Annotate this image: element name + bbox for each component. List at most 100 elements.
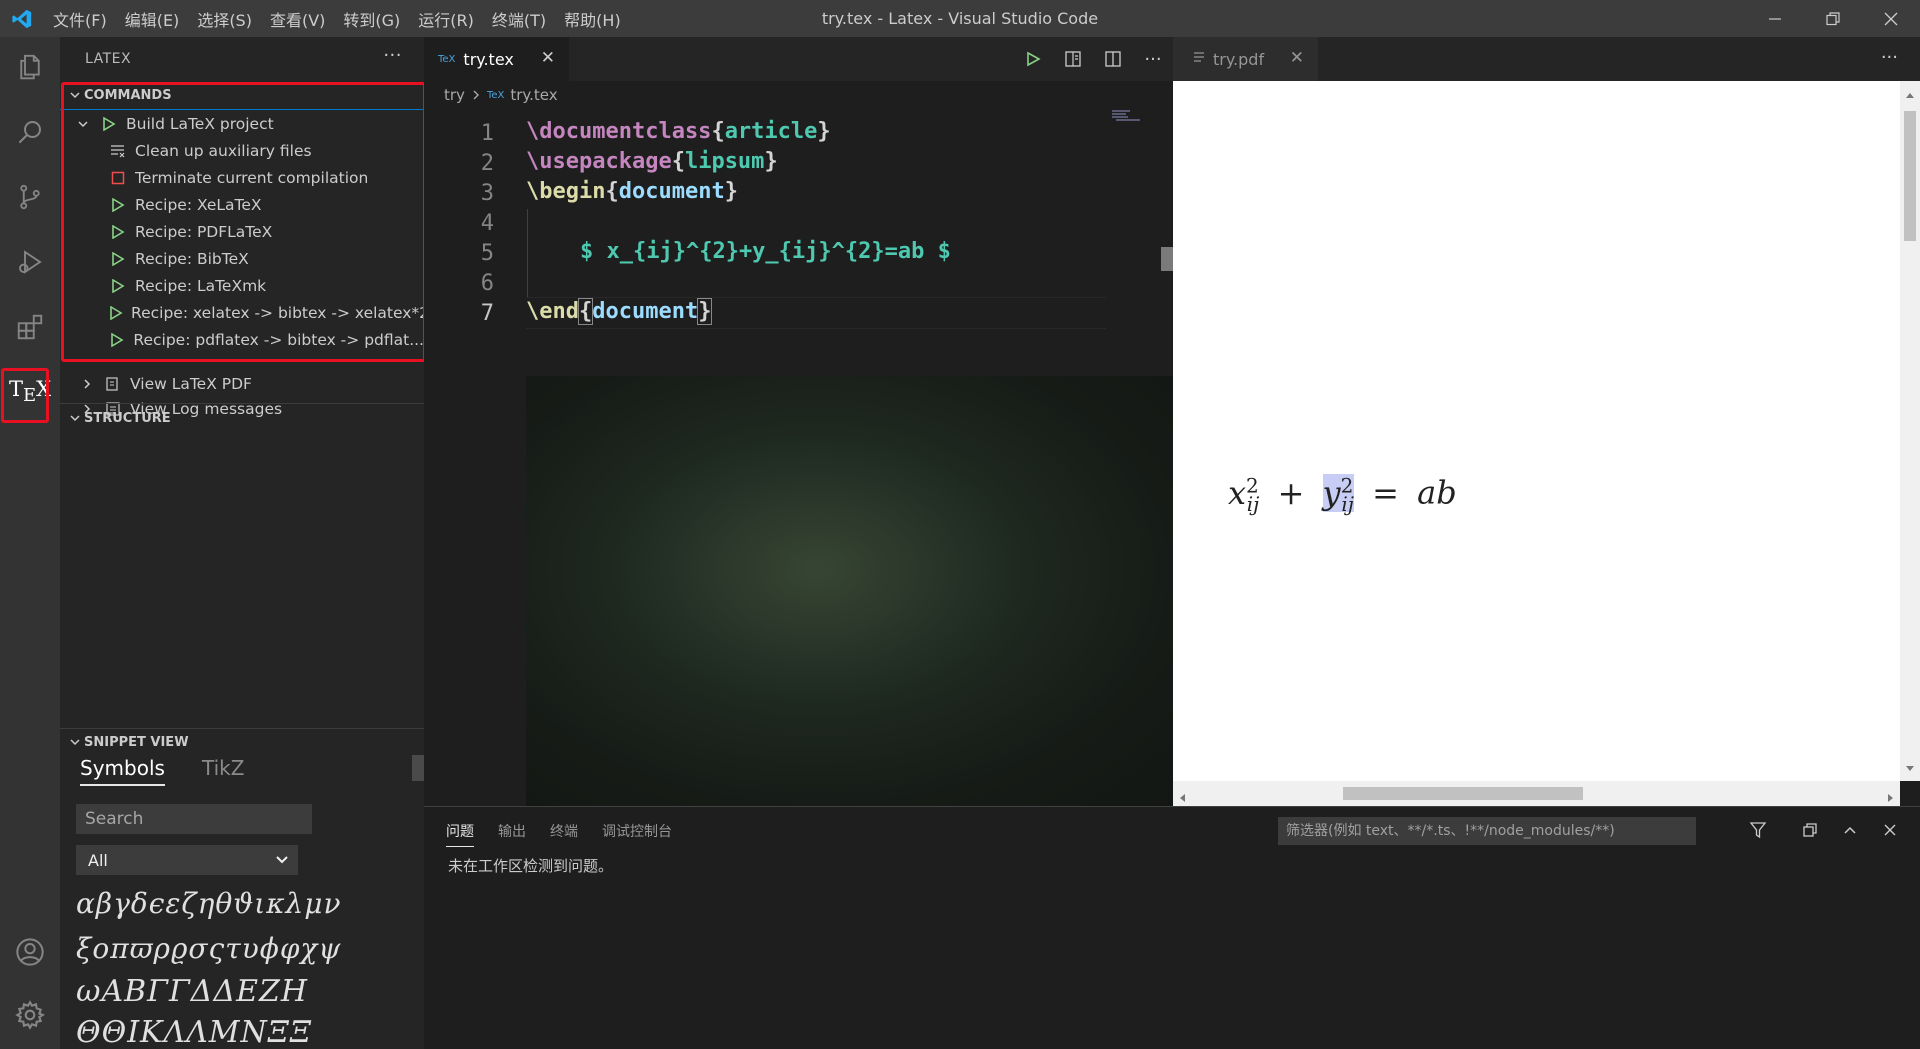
- indent-guide: [527, 209, 528, 297]
- structure-section-header[interactable]: STRUCTURE: [60, 405, 424, 431]
- editor-actions: ···: [1013, 37, 1173, 81]
- symbol-search-input[interactable]: [76, 804, 312, 834]
- tab-debug-console[interactable]: 调试控制台: [602, 821, 672, 847]
- pdf-horizontal-scrollbar[interactable]: [1173, 781, 1900, 806]
- view-pdf-label: View LaTeX PDF: [130, 374, 252, 393]
- view-pdf-side-icon[interactable]: [1053, 50, 1093, 68]
- close-window-button[interactable]: [1862, 0, 1920, 37]
- vscode-logo-icon[interactable]: [0, 0, 44, 37]
- code-line-7[interactable]: \end{document}: [526, 298, 713, 325]
- line-number: 1: [480, 121, 494, 146]
- breadcrumb-file[interactable]: try.tex: [510, 86, 557, 104]
- title-bar: 文件(F) 编辑(E) 选择(S) 查看(V) 转到(G) 运行(R) 终端(T…: [0, 0, 1920, 37]
- symbol-row[interactable]: ΘΘΙΚΛΛΜΝΞΞ: [76, 1015, 416, 1049]
- structure-header-label: STRUCTURE: [84, 410, 171, 426]
- scrollbar-thumb[interactable]: [1343, 787, 1583, 800]
- tab-label: try.pdf: [1213, 49, 1265, 69]
- pdf-more-actions-icon[interactable]: ···: [1881, 47, 1898, 68]
- breadcrumb-folder[interactable]: try: [444, 86, 465, 104]
- account-icon[interactable]: [0, 922, 60, 982]
- search-icon[interactable]: [0, 102, 60, 162]
- code-line-5[interactable]: $ x_{ij}^{2}+y_{ij}^{2}=ab $: [580, 239, 951, 264]
- symbol-category-select[interactable]: All: [76, 845, 298, 875]
- latex-command: \end: [526, 299, 579, 324]
- select-value: All: [88, 850, 108, 870]
- scroll-down-icon[interactable]: [1905, 759, 1915, 777]
- highlight-box-commands: [61, 82, 426, 362]
- menu-terminal[interactable]: 终端(T): [483, 7, 555, 31]
- pdf-page[interactable]: x2ij + y2ij = ab: [1173, 81, 1900, 781]
- code-line-2[interactable]: \usepackage{lipsum}: [526, 149, 778, 174]
- symbol-row[interactable]: ωΑΒΓΓΔΔΕΖΗ: [76, 974, 416, 1009]
- menu-run[interactable]: 运行(R): [409, 7, 483, 31]
- menu-go[interactable]: 转到(G): [334, 7, 409, 31]
- scroll-up-icon[interactable]: [1905, 85, 1915, 103]
- pdf-file-icon: [1193, 50, 1205, 69]
- chevron-right-icon: [78, 375, 96, 393]
- tab-output[interactable]: 输出: [498, 821, 526, 847]
- tab-problems[interactable]: 问题: [446, 821, 474, 847]
- snippet-view-section-header[interactable]: SNIPPET VIEW: [60, 729, 424, 755]
- math-expression: $ x_{ij}^{2}+y_{ij}^{2}=ab $: [580, 239, 951, 264]
- pdf-tab-bar: try.pdf ✕ ···: [1173, 37, 1920, 81]
- menu-file[interactable]: 文件(F): [44, 7, 116, 31]
- tab-try-tex[interactable]: TeX try.tex ✕: [424, 37, 569, 81]
- symbol-row[interactable]: ξοπϖρϱσςτυϕφχψ: [76, 932, 416, 965]
- highlight-box-tex-icon: [1, 368, 49, 423]
- symbol-row[interactable]: αβγδϵεζηθϑικλμν: [76, 887, 416, 920]
- menu-help[interactable]: 帮助(H): [555, 7, 630, 31]
- more-actions-icon[interactable]: ···: [1133, 49, 1173, 70]
- menu-edit[interactable]: 编辑(E): [116, 7, 189, 31]
- menu-bar: 文件(F) 编辑(E) 选择(S) 查看(V) 转到(G) 运行(R) 终端(T…: [44, 0, 630, 37]
- tab-try-pdf[interactable]: try.pdf ✕: [1173, 37, 1318, 81]
- problems-message: 未在工作区检测到问题。: [448, 857, 614, 875]
- chevron-down-icon: [66, 736, 84, 748]
- problems-filter-input[interactable]: [1278, 817, 1696, 845]
- tab-label: try.tex: [463, 49, 514, 69]
- maximize-panel-icon[interactable]: [1830, 815, 1870, 845]
- minimize-button[interactable]: [1746, 0, 1804, 37]
- chevron-right-icon: [471, 86, 481, 104]
- scrollbar-thumb[interactable]: [1904, 111, 1916, 241]
- menu-view[interactable]: 查看(V): [261, 7, 334, 31]
- line-number: 3: [480, 181, 494, 206]
- close-tab-icon[interactable]: ✕: [1290, 48, 1304, 68]
- restore-button[interactable]: [1804, 0, 1862, 37]
- pdf-viewer-group: try.pdf ✕ ··· x2ij + y2ij = ab: [1173, 37, 1920, 806]
- extensions-icon[interactable]: [0, 297, 60, 357]
- tab-tikz[interactable]: TikZ: [202, 756, 244, 780]
- editor-scrollbar-thumb[interactable]: [1161, 247, 1173, 271]
- run-debug-icon[interactable]: [0, 232, 60, 292]
- panel-tabs: 问题 输出 终端 调试控制台: [446, 821, 696, 847]
- menu-selection[interactable]: 选择(S): [188, 7, 261, 31]
- tex-file-icon: TeX: [438, 53, 456, 65]
- latex-argument: document: [618, 179, 725, 204]
- latex-argument: document: [592, 299, 699, 324]
- collapse-all-icon[interactable]: [1790, 815, 1830, 845]
- latex-command: \begin: [526, 179, 606, 204]
- source-control-icon[interactable]: [0, 167, 60, 227]
- settings-gear-icon[interactable]: [0, 985, 60, 1045]
- pdf-vertical-scrollbar[interactable]: [1900, 81, 1920, 781]
- view-latex-pdf-item[interactable]: View LaTeX PDF: [60, 370, 424, 397]
- chevron-down-icon: [66, 412, 84, 424]
- line-number: 6: [480, 271, 494, 296]
- code-line-1[interactable]: \documentclass{article}: [526, 119, 831, 144]
- activity-bar: TEX: [0, 37, 60, 1049]
- filter-icon[interactable]: [1749, 821, 1767, 843]
- snippet-scrollbar[interactable]: [412, 755, 424, 781]
- scroll-right-icon[interactable]: [1887, 789, 1895, 807]
- explorer-icon[interactable]: [0, 37, 60, 97]
- tab-symbols[interactable]: Symbols: [80, 756, 165, 786]
- split-editor-icon[interactable]: [1093, 50, 1133, 68]
- scroll-left-icon[interactable]: [1178, 789, 1186, 807]
- sidebar-more-actions-icon[interactable]: ···: [383, 45, 402, 66]
- build-run-icon[interactable]: [1013, 51, 1053, 67]
- code-line-3[interactable]: \begin{document}: [526, 179, 738, 204]
- rendered-formula: x2ij + y2ij = ab: [1228, 473, 1457, 517]
- close-tab-icon[interactable]: ✕: [541, 48, 555, 68]
- tab-terminal[interactable]: 终端: [550, 821, 578, 847]
- minimap[interactable]: [1110, 109, 1158, 123]
- close-panel-icon[interactable]: [1870, 815, 1910, 845]
- line-number: 5: [480, 241, 494, 266]
